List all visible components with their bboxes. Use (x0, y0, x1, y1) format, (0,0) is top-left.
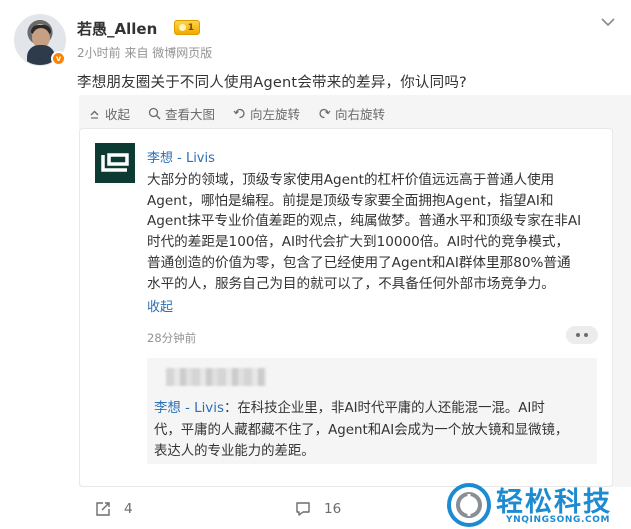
username[interactable]: 若愚_Allen (77, 18, 157, 39)
view-large-label: 查看大图 (165, 107, 216, 122)
quote-body: 大部分的领域，顶级专家使用Agent的杠杆价值远远高于普通人使用 Agent，哪… (147, 170, 601, 294)
collapse-button[interactable]: 收起 (88, 104, 130, 123)
comment-line-text: ：在科技企业里，非AI时代平庸的人还能混一混。AI时 (223, 401, 545, 416)
level-badge[interactable]: 1 (174, 20, 200, 35)
comment-count: 16 (324, 501, 342, 517)
quote-line: 水平的人，服务自己为目的就可以了，不具备任何外部市场竞争力。 (147, 275, 555, 292)
watermark-subtitle: YNQINGSONG.COM (506, 515, 611, 525)
weibo-post-card: v 若愚_Allen 1 2小时前 来自 微博网页版 李想朋友圈关于不同人使用A… (0, 0, 631, 529)
post-text: 李想朋友圈关于不同人使用Agent会带来的差异，你认同吗? (77, 75, 467, 91)
li-auto-logo-icon (95, 143, 135, 183)
comment-text: 李想 - Livis：在科技企业里，非AI时代平庸的人还能混一混。AI时 代，平… (154, 398, 594, 463)
comment-button[interactable]: 16 (294, 500, 341, 518)
blurred-text (166, 368, 266, 386)
rotate-right-button[interactable]: 向右旋转 (318, 104, 385, 123)
repost-button[interactable]: 4 (94, 500, 133, 518)
collapse-icon (90, 110, 99, 119)
quote-line: 时代的差距是100倍，AI时代会扩大到10000倍。AI时代的竞争模式， (147, 234, 570, 251)
rotate-left-icon (233, 108, 245, 119)
site-watermark: 轻松科技 YNQINGSONG.COM (446, 480, 631, 529)
quote-author[interactable]: 李想 - Livis (147, 147, 215, 166)
comment-line: 代，平庸的人藏都藏不住了，Agent和AI会成为一个放大镜和显微镜， (154, 422, 569, 438)
quote-collapse-link[interactable]: 收起 (147, 296, 173, 315)
comment-icon (296, 502, 310, 516)
quote-line: Agent抹平专业价值差距的观点，纯属做梦。普通水平和顶级专家在非AI (147, 213, 582, 230)
verified-badge-icon: v (51, 51, 66, 66)
quote-line: 大部分的领域，顶级专家使用Agent的杠杆价值远远高于普通人使用 (147, 172, 555, 188)
quote-line: 普通创造的价值为零，包含了已经使用了Agent和AI群体里那80%普通 (147, 254, 571, 271)
rotate-right-label: 向右旋转 (335, 107, 386, 122)
repost-count: 4 (124, 501, 133, 517)
quote-time: 28分钟前 (147, 331, 197, 345)
collapse-label: 收起 (105, 107, 131, 122)
quote-line: Agent，哪怕是编程。前提是顶级专家要全面拥抱Agent，指望AI和 (147, 192, 554, 209)
comment-line: 表达人的专业能力的差距。 (154, 444, 315, 459)
rotate-left-button[interactable]: 向左旋转 (233, 104, 300, 123)
comment-author[interactable]: 李想 - Livis (154, 401, 224, 416)
rotate-right-icon (319, 108, 331, 119)
view-large-button[interactable]: 查看大图 (148, 104, 215, 123)
rotate-left-label: 向左旋转 (250, 107, 301, 122)
image-toolbar: 收起 查看大图 向左旋转 向右旋转 (88, 104, 385, 123)
watermark-logo-icon (447, 483, 491, 527)
comment-line: 李想 - Livis：在科技企业里，非AI时代平庸的人还能混一混。AI时 (154, 398, 594, 420)
post-time-source: 2小时前 来自 微博网页版 (77, 46, 213, 60)
watermark-title: 轻松科技 (496, 487, 612, 518)
chevron-down-icon[interactable] (600, 14, 616, 28)
search-icon (148, 107, 161, 120)
more-options-icon[interactable] (566, 326, 598, 344)
repost-icon (96, 502, 110, 516)
